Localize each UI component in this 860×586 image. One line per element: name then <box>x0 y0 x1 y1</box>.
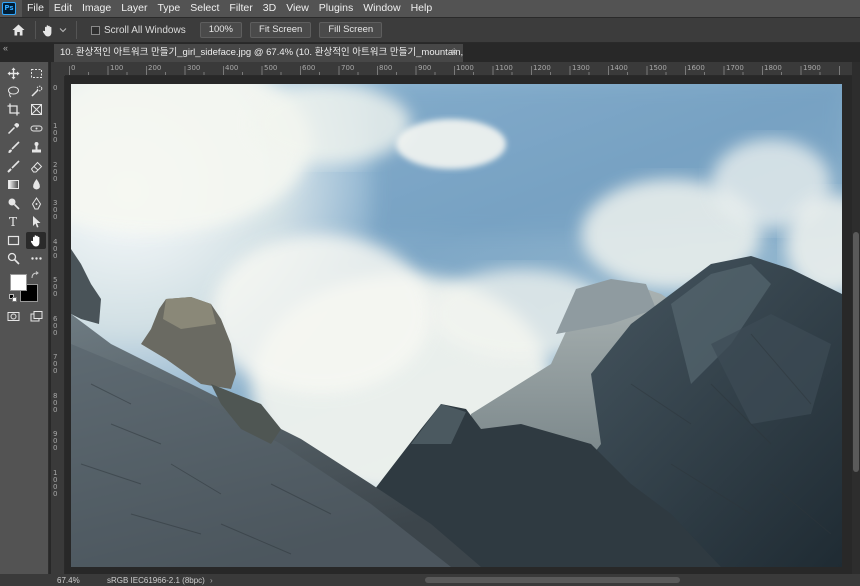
menu-file[interactable]: File <box>22 0 49 17</box>
menu-select[interactable]: Select <box>185 0 224 17</box>
vertical-ruler[interactable]: 0 100 200 300 400 500 600 700 800 900 10… <box>51 76 65 574</box>
screen-mode-icon[interactable] <box>26 308 46 325</box>
menu-plugins[interactable]: Plugins <box>314 0 358 17</box>
ruler-origin[interactable] <box>51 62 65 76</box>
close-icon[interactable]: × <box>451 44 457 62</box>
frame-icon[interactable] <box>26 101 46 118</box>
document-canvas[interactable] <box>71 84 842 567</box>
menu-edit[interactable]: Edit <box>49 0 77 17</box>
marquee-icon[interactable] <box>26 65 46 82</box>
history-brush-icon[interactable] <box>3 158 23 175</box>
ruler-h-ticks <box>69 66 840 75</box>
menu-bar: Ps File Edit Image Layer Type Select Fil… <box>0 0 860 17</box>
pen-icon[interactable] <box>26 195 46 212</box>
mountain-photo <box>71 84 842 567</box>
zoom-icon[interactable] <box>3 250 23 267</box>
spot-heal-icon[interactable] <box>26 120 46 137</box>
scroll-all-windows-label: Scroll All Windows <box>104 24 186 36</box>
document-tab[interactable]: 10. 환상적인 아트워크 만들기_girl_sideface.jpg @ 67… <box>54 44 463 62</box>
rectangle-icon[interactable] <box>3 232 23 249</box>
tools-panel: T <box>0 62 49 574</box>
more-icon[interactable] <box>26 250 46 267</box>
quick-mask-icon[interactable] <box>3 308 23 325</box>
menu-layer[interactable]: Layer <box>116 0 152 17</box>
document-tab-title: 10. 환상적인 아트워크 만들기_girl_sideface.jpg @ 67… <box>60 47 463 58</box>
home-button[interactable] <box>7 20 29 40</box>
ruler-v-label: 200 <box>53 161 58 183</box>
ruler-v-label: 100 <box>53 122 58 144</box>
ruler-v-label: 300 <box>53 199 58 221</box>
menu-3d[interactable]: 3D <box>258 0 281 17</box>
brush-icon[interactable] <box>3 139 23 156</box>
horizontal-scrollbar[interactable] <box>235 576 850 584</box>
menu-window[interactable]: Window <box>358 0 405 17</box>
ruler-v-label: 400 <box>53 238 58 260</box>
clone-stamp-icon[interactable] <box>26 139 46 156</box>
vertical-scrollbar-thumb[interactable] <box>853 232 859 472</box>
chevron-down-icon <box>59 28 67 33</box>
eraser-icon[interactable] <box>26 158 46 175</box>
menu-type[interactable]: Type <box>152 0 185 17</box>
zoom-100-button[interactable]: 100% <box>199 22 243 38</box>
ruler-v-label: 1000 <box>53 469 58 498</box>
vertical-scrollbar[interactable] <box>852 62 860 574</box>
menu-filter[interactable]: Filter <box>224 0 257 17</box>
move-icon[interactable] <box>3 65 23 82</box>
quick-select-icon[interactable] <box>26 83 46 100</box>
default-colors-icon[interactable] <box>9 294 17 302</box>
menu-image[interactable]: Image <box>77 0 116 17</box>
lasso-icon[interactable] <box>3 83 23 100</box>
fill-screen-button[interactable]: Fill Screen <box>319 22 383 38</box>
ruler-v-label: 700 <box>53 353 58 375</box>
menu-help[interactable]: Help <box>406 0 438 17</box>
type-icon[interactable]: T <box>3 213 23 230</box>
status-menu-button[interactable]: › <box>210 576 213 585</box>
options-separator <box>76 21 77 39</box>
eyedropper-icon[interactable] <box>3 120 23 137</box>
blur-icon[interactable] <box>26 176 46 193</box>
path-select-icon[interactable] <box>26 213 46 230</box>
ruler-v-label: 800 <box>53 392 58 414</box>
ruler-v-label: 600 <box>53 315 58 337</box>
document-tab-bar: « 10. 환상적인 아트워크 만들기_girl_sideface.jpg @ … <box>0 43 860 62</box>
crop-icon[interactable] <box>3 101 23 118</box>
options-separator <box>35 21 36 39</box>
ruler-v-label: 500 <box>53 276 58 298</box>
switch-colors-icon[interactable] <box>31 271 40 280</box>
foreground-color-swatch[interactable] <box>10 274 27 291</box>
hand-icon[interactable] <box>26 232 46 249</box>
home-icon <box>12 24 24 36</box>
canvas-area[interactable] <box>65 76 852 574</box>
fit-screen-button[interactable]: Fit Screen <box>250 22 312 38</box>
menu-view[interactable]: View <box>281 0 314 17</box>
hand-icon <box>42 24 52 36</box>
tool-preset-picker[interactable] <box>42 21 70 39</box>
dodge-icon[interactable] <box>3 195 23 212</box>
ruler-v-label: 900 <box>53 430 58 452</box>
gradient-icon[interactable] <box>3 176 23 193</box>
photoshop-logo: Ps <box>2 2 16 15</box>
status-bar: 67.4% sRGB IEC61966-2.1 (8bpc) › <box>0 574 860 586</box>
options-bar: Scroll All Windows 100% Fit Screen Fill … <box>0 17 860 43</box>
collapse-panels-button[interactable]: « <box>3 43 8 53</box>
ruler-v-label: 0 <box>53 84 58 92</box>
scroll-all-windows-checkbox[interactable] <box>91 25 100 35</box>
horizontal-ruler[interactable]: 0 100 200 300 400 500 600 700 800 900 10… <box>65 62 852 76</box>
horizontal-scrollbar-thumb[interactable] <box>425 577 680 583</box>
zoom-level[interactable]: 67.4% <box>57 576 97 585</box>
document-info: sRGB IEC61966-2.1 (8bpc) <box>107 575 205 585</box>
